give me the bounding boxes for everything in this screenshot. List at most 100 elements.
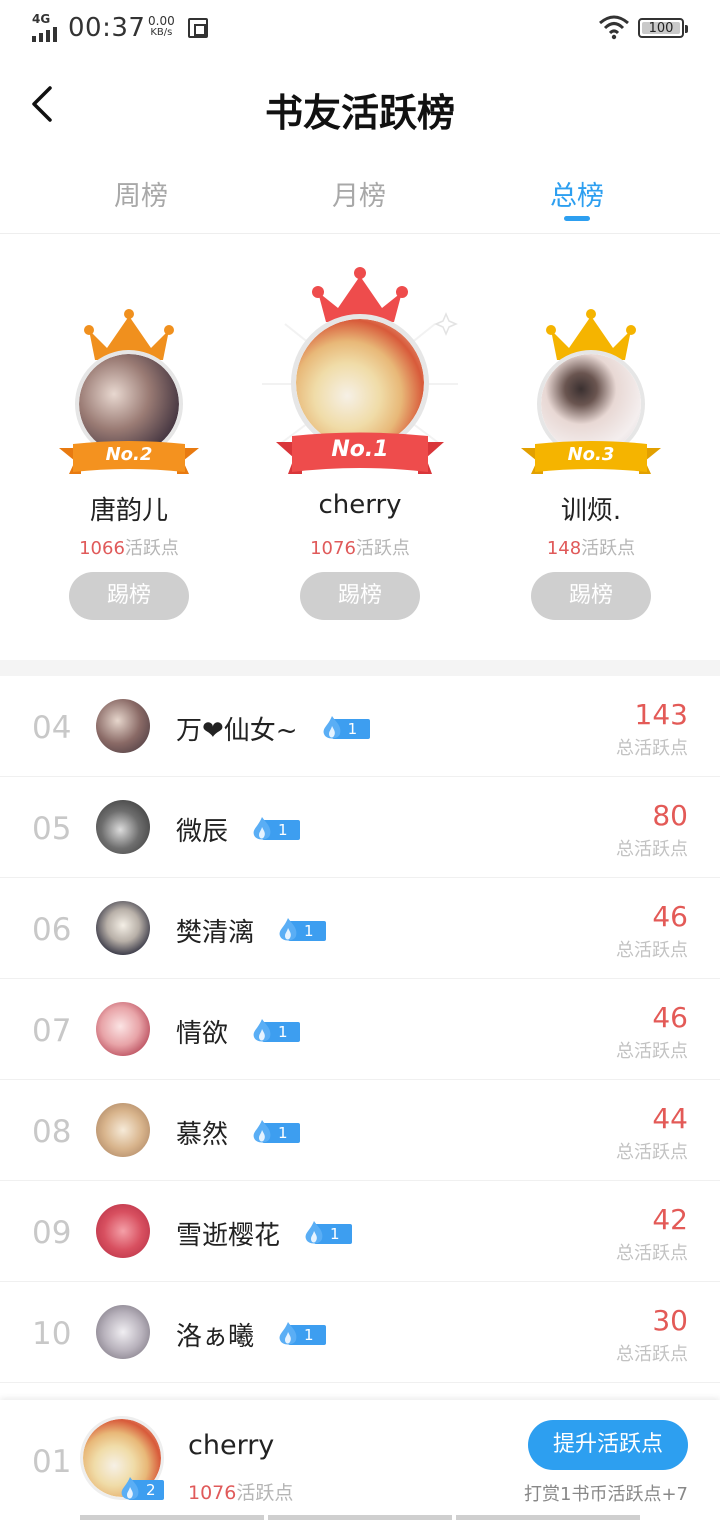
active-tab-indicator (564, 216, 590, 221)
level-value: 1 (278, 1022, 288, 1041)
flame-icon (253, 1119, 271, 1142)
points-value: 148 (546, 538, 582, 559)
level-badge: 1 (318, 715, 370, 741)
level-value: 1 (330, 1224, 340, 1243)
level-value: 1 (278, 1123, 288, 1142)
flame-icon (279, 917, 297, 940)
level-badge: 1 (300, 1220, 353, 1246)
points-value: 1066 (79, 538, 125, 559)
podium-points: 1076活跃点 (260, 534, 460, 560)
status-bar: 4G 00:37 0.00 KB/s 100 (0, 0, 720, 56)
reward-hint: 打赏1书币活跃点+7 (524, 1484, 688, 1505)
user-name-text: 万❤仙女~ (176, 716, 298, 746)
flame-icon (305, 1220, 323, 1243)
list-item[interactable]: 05 微辰 1 80 总活跃点 (0, 777, 720, 878)
score-value: 46 (652, 1001, 688, 1034)
flame-icon (323, 715, 340, 738)
score-label: 总活跃点 (616, 738, 688, 759)
podium-name: 唐韵儿 (89, 496, 168, 526)
list-item[interactable]: 04 万❤仙女~ 1 143 总活跃点 (0, 676, 720, 777)
avatar[interactable] (96, 699, 150, 753)
score-value: 80 (652, 799, 688, 832)
podium-points: 148活跃点 (516, 534, 666, 560)
points-unit: 活跃点 (236, 1482, 294, 1504)
user-name-text: 雪逝樱花 (176, 1221, 281, 1251)
ranking-list: 04 万❤仙女~ 1 143 总活跃点 05 微辰 1 80 总活跃点 06 樊清漓… (0, 676, 720, 1383)
score-label: 总活跃点 (616, 1142, 688, 1163)
avatar[interactable] (96, 1204, 150, 1258)
level-badge: 1 (248, 1119, 301, 1145)
level-badge: 2 (116, 1477, 164, 1502)
my-rank-bar: 01 2 cherry 1076活跃点 提升活跃点 打赏1书币活跃点+7 (0, 1400, 720, 1520)
tab-bar: 周榜 月榜 总榜 (0, 168, 720, 234)
avatar[interactable] (96, 1103, 150, 1157)
avatar[interactable] (96, 800, 150, 854)
score-value: 46 (652, 900, 688, 933)
rank-number: 07 (32, 1013, 72, 1049)
user-name-text: 洛ぁ曦 (176, 1322, 255, 1352)
level-badge: 1 (274, 1321, 327, 1347)
my-rank-number: 01 (32, 1444, 72, 1480)
score-value: 143 (634, 698, 688, 731)
level-badge: 1 (248, 816, 301, 842)
level-value: 1 (278, 820, 288, 839)
kick-button[interactable]: 踢榜 (69, 572, 189, 620)
my-name: cherry (188, 1430, 275, 1461)
screenshot-icon (188, 18, 208, 38)
list-item[interactable]: 08 慕然 1 44 总活跃点 (0, 1080, 720, 1181)
user-name: 雪逝樱花 1 (176, 1215, 353, 1252)
rank-number: 08 (32, 1114, 72, 1150)
avatar[interactable] (96, 1002, 150, 1056)
podium-first: No.1 cherry 1076活跃点 踢榜 (260, 234, 460, 660)
user-name: 慕然 1 (176, 1114, 301, 1151)
score-label: 总活跃点 (616, 1041, 688, 1062)
flame-icon (253, 816, 271, 839)
boost-activity-button[interactable]: 提升活跃点 (528, 1420, 688, 1470)
kick-button[interactable]: 踢榜 (531, 572, 651, 620)
list-item[interactable]: 06 樊清漓 1 46 总活跃点 (0, 878, 720, 979)
network-speed: 0.00 KB/s (148, 15, 175, 39)
flame-icon (253, 1018, 271, 1041)
rank-number: 10 (32, 1316, 72, 1352)
user-name: 微辰 1 (176, 811, 301, 848)
points-value: 1076 (188, 1482, 237, 1504)
points-value: 1076 (310, 538, 356, 559)
kick-button[interactable]: 踢榜 (300, 572, 420, 620)
page-title: 书友活跃榜 (264, 90, 455, 135)
podium-second: No.2 唐韵儿 1066活跃点 踢榜 (54, 234, 204, 660)
avatar[interactable] (96, 1305, 150, 1359)
speed-unit: KB/s (150, 27, 173, 38)
points-unit: 活跃点 (355, 538, 410, 559)
rank-badge: No.2 (105, 444, 153, 465)
avatar[interactable] (96, 901, 150, 955)
user-name-text: 慕然 (176, 1120, 229, 1150)
user-name: 樊清漓 1 (176, 912, 327, 949)
status-time: 00:37 (68, 13, 146, 43)
rank-number: 05 (32, 811, 72, 847)
tab-total[interactable]: 总榜 (517, 174, 637, 213)
list-item[interactable]: 10 洛ぁ曦 1 30 总活跃点 (0, 1282, 720, 1383)
podium-points: 1066活跃点 (54, 534, 204, 560)
score-label: 总活跃点 (616, 1243, 688, 1264)
podium-third: No.3 训烦. 148活跃点 踢榜 (516, 234, 666, 660)
level-value: 2 (146, 1481, 156, 1499)
wifi-icon (599, 15, 629, 40)
list-item[interactable]: 09 雪逝樱花 1 42 总活跃点 (0, 1181, 720, 1282)
level-badge: 1 (248, 1018, 301, 1044)
section-divider (0, 660, 720, 676)
points-unit: 活跃点 (581, 538, 636, 559)
points-unit: 活跃点 (124, 538, 179, 559)
user-name: 洛ぁ曦 1 (176, 1316, 327, 1353)
score-label: 总活跃点 (616, 1344, 688, 1365)
bottom-scroll-indicator (80, 1515, 640, 1520)
tab-monthly[interactable]: 月榜 (299, 174, 419, 213)
podium-name: cherry (318, 490, 402, 520)
network-type: 4G (32, 12, 51, 26)
battery-level: 100 (642, 22, 680, 36)
list-item[interactable]: 07 情欲 1 46 总活跃点 (0, 979, 720, 1080)
level-value: 1 (347, 719, 358, 738)
score-value: 42 (652, 1203, 688, 1236)
tab-weekly[interactable]: 周榜 (81, 174, 201, 213)
score-value: 30 (652, 1304, 688, 1337)
rank-badge: No.1 (331, 437, 389, 462)
